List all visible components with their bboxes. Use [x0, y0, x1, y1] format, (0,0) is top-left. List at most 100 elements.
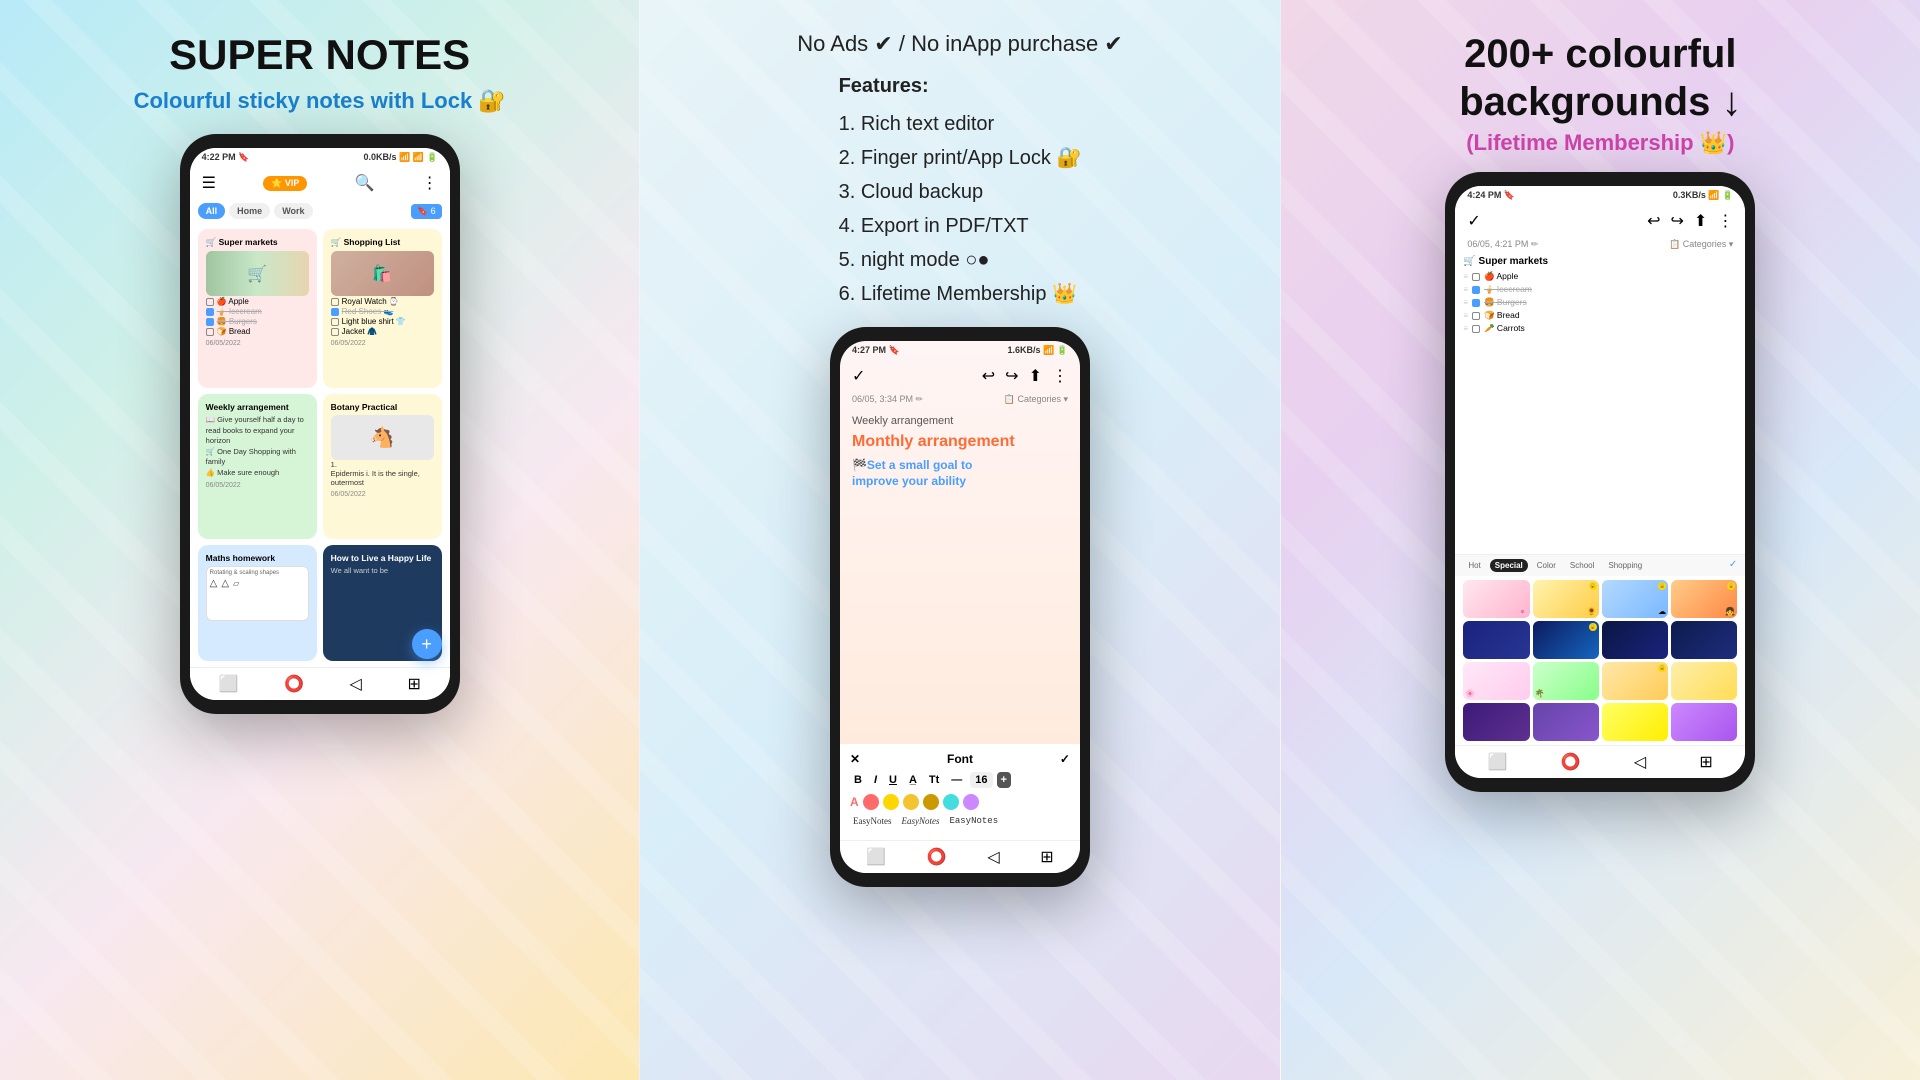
bg-thumb-yellow[interactable]	[1602, 703, 1668, 741]
check-row-burgers: ≡ 🍔 Burgers	[1463, 297, 1737, 308]
bg-thumb-flowers[interactable]: 🌸	[1463, 580, 1529, 618]
font-sample-1[interactable]: EasyNotes	[853, 816, 892, 826]
font-samples-row: EasyNotes EasyNotes EasyNotes	[850, 816, 1070, 826]
cb-right-icecream[interactable]	[1472, 286, 1480, 294]
color-purple[interactable]	[963, 794, 979, 810]
nav-more-right[interactable]: ⊞	[1699, 752, 1712, 772]
bg-thumb-night1[interactable]	[1463, 621, 1529, 659]
text-size-btn[interactable]: Tt	[925, 772, 943, 788]
decrease-btn[interactable]: —	[947, 772, 966, 788]
color-cyan[interactable]	[943, 794, 959, 810]
cb-jacket[interactable]	[331, 328, 339, 336]
botany-image: 🐴	[331, 415, 434, 460]
nav-more-mid[interactable]: ⊞	[1040, 847, 1053, 867]
cb-right-bread[interactable]	[1472, 312, 1480, 320]
font-sample-3[interactable]: EasyNotes	[949, 816, 998, 826]
bg-thumb-palm[interactable]	[1671, 662, 1737, 700]
color-amber[interactable]	[923, 794, 939, 810]
tab-home[interactable]: Home	[229, 203, 270, 219]
nav-circle-mid[interactable]: ⭕	[927, 847, 947, 867]
categories-mid[interactable]: 📋 Categories ▾	[1004, 394, 1068, 405]
nav-back-mid[interactable]: ◁	[987, 847, 999, 867]
color-gold[interactable]	[903, 794, 919, 810]
nav-more[interactable]: ⊞	[407, 674, 420, 694]
cb-burgers[interactable]	[206, 318, 214, 326]
color-red[interactable]	[863, 794, 879, 810]
increase-btn[interactable]: +	[997, 772, 1011, 788]
bg-thumb-cherry[interactable]: 🌸	[1463, 662, 1529, 700]
nav-square[interactable]: ⬜	[218, 674, 238, 694]
font-close[interactable]: ✕	[850, 752, 860, 766]
cb-right-apple[interactable]	[1472, 273, 1480, 281]
check-icon-right[interactable]: ✓	[1467, 211, 1480, 231]
cb-right-burgers[interactable]	[1472, 299, 1480, 307]
check-icon[interactable]: ✓	[852, 366, 865, 386]
note-botany[interactable]: Botany Practical 🐴 1.Epidermis i. It is …	[323, 394, 442, 539]
bg-thumb-beach[interactable]: 🔒	[1602, 662, 1668, 700]
cb-bread[interactable]	[206, 328, 214, 336]
tab-bookmark[interactable]: 🔖 6	[411, 204, 442, 219]
bg-thumb-night4[interactable]	[1671, 621, 1737, 659]
nav-square-right[interactable]: ⬜	[1488, 752, 1508, 772]
more-icon-mid[interactable]: ⋮	[1052, 366, 1068, 386]
fab-add-button[interactable]: +	[412, 629, 442, 659]
note-maths[interactable]: Maths homework Rotating & scaling shapes…	[198, 545, 317, 662]
cb-apple[interactable]	[206, 298, 214, 306]
bg-thumb-sunflower[interactable]: 🔒 🌻	[1533, 580, 1599, 618]
strikethrough-btn[interactable]: A̲	[905, 772, 921, 788]
tab-shopping[interactable]: Shopping	[1603, 559, 1647, 572]
vip-badge[interactable]: ⭐ VIP	[263, 176, 307, 191]
nav-back-right[interactable]: ◁	[1634, 752, 1646, 772]
tab-all[interactable]: All	[198, 203, 226, 219]
bg-thumb-night3[interactable]	[1602, 621, 1668, 659]
note-title-shopping: 🛒 Shopping List	[331, 237, 434, 248]
search-icon[interactable]: 🔍	[355, 173, 375, 193]
tab-special[interactable]: Special	[1490, 559, 1528, 572]
feature-3: 3. Cloud backup	[839, 175, 1082, 209]
cb-right-carrots[interactable]	[1472, 325, 1480, 333]
nav-back[interactable]: ◁	[350, 674, 362, 694]
status-bar-mid: 4:27 PM 🔖 1.6KB/s 📶 🔋	[840, 341, 1080, 360]
cb-watch[interactable]	[331, 298, 339, 306]
tab-work[interactable]: Work	[274, 203, 312, 219]
undo-icon[interactable]: ↩	[982, 366, 995, 386]
bg-thumb-tropical[interactable]: 🌴	[1533, 662, 1599, 700]
bg-thumb-purple-light[interactable]	[1671, 703, 1737, 741]
note-title-supermarkets: 🛒 Super markets	[206, 237, 309, 248]
bg-thumb-purple-med[interactable]	[1533, 703, 1599, 741]
share-icon-right[interactable]: ⬆	[1694, 211, 1707, 231]
font-sample-2[interactable]: EasyNotes	[901, 816, 939, 826]
maths-image: Rotating & scaling shapes △ △ ▱	[206, 566, 309, 621]
font-color-icon[interactable]: A	[850, 795, 859, 809]
undo-icon-right[interactable]: ↩	[1647, 211, 1660, 231]
cb-icecream[interactable]	[206, 308, 214, 316]
tab-color[interactable]: Color	[1532, 559, 1561, 572]
lock-icon-beach: 🔒	[1658, 664, 1666, 672]
bold-btn[interactable]: B	[850, 772, 866, 788]
bg-thumb-girls[interactable]: 🔒 👧	[1671, 580, 1737, 618]
more-icon-right[interactable]: ⋮	[1717, 211, 1733, 231]
cb-shoes[interactable]	[331, 308, 339, 316]
redo-icon-right[interactable]: ↪	[1671, 211, 1684, 231]
menu-icon[interactable]: ☰	[202, 173, 216, 193]
nav-square-mid[interactable]: ⬜	[866, 847, 886, 867]
font-confirm[interactable]: ✓	[1060, 752, 1070, 766]
note-weekly[interactable]: Weekly arrangement 📖 Give yourself half …	[198, 394, 317, 539]
tab-hot[interactable]: Hot	[1463, 559, 1485, 572]
tab-school[interactable]: School	[1565, 559, 1599, 572]
share-icon[interactable]: ⬆	[1029, 366, 1042, 386]
more-icon[interactable]: ⋮	[422, 173, 438, 193]
categories-right[interactable]: 📋 Categories ▾	[1669, 239, 1733, 250]
bg-thumb-clouds[interactable]: 🔒 ☁	[1602, 580, 1668, 618]
redo-icon[interactable]: ↪	[1005, 366, 1018, 386]
note-shopping[interactable]: 🛒 Shopping List 🛍️ Royal Watch ⌚ Red Sho…	[323, 229, 442, 388]
nav-circle-right[interactable]: ⭕	[1561, 752, 1581, 772]
nav-circle[interactable]: ⭕	[284, 674, 304, 694]
italic-btn[interactable]: I	[870, 772, 881, 788]
cb-shirt[interactable]	[331, 318, 339, 326]
color-yellow[interactable]	[883, 794, 899, 810]
bg-thumb-night2[interactable]: 🔒	[1533, 621, 1599, 659]
underline-btn[interactable]: U	[885, 772, 901, 788]
bg-thumb-purple-dark[interactable]	[1463, 703, 1529, 741]
note-supermarkets[interactable]: 🛒 Super markets 🛒 🍎 Apple 🍦 Icecream 🍔 B…	[198, 229, 317, 388]
